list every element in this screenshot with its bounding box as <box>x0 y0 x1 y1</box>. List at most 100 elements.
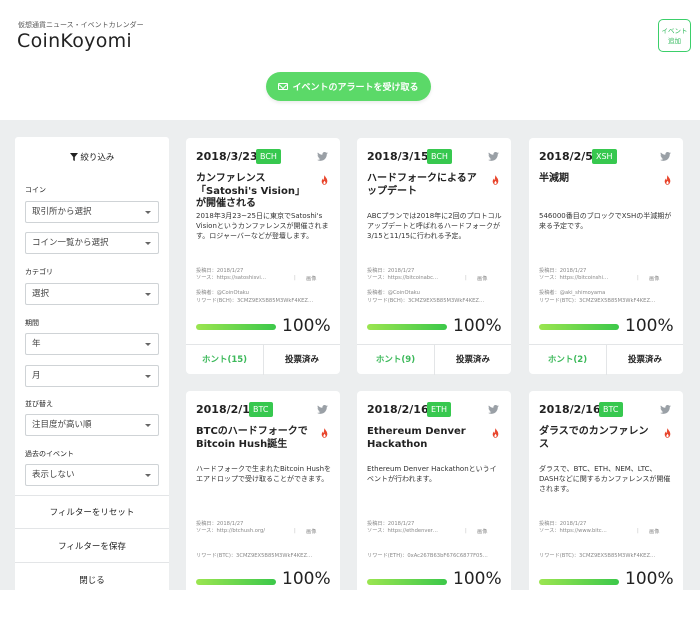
sort-select[interactable]: 注目度が高い順 <box>25 414 159 436</box>
divider <box>15 495 169 496</box>
event-title[interactable]: カンファレンス「Satoshi's Vision」が開催される <box>196 173 314 211</box>
coin-badge[interactable]: ETH <box>427 402 451 417</box>
poster-name[interactable]: 投稿者：@aki_shimoyama <box>539 290 605 297</box>
reward-address: リワード(BCH)：3CMZ9EX5B85M3WkF4KEZ… <box>196 298 314 304</box>
twitter-icon[interactable] <box>317 405 328 414</box>
filter-title-text: 絞り込み <box>80 153 115 163</box>
fire-icon <box>664 428 671 438</box>
poster-name[interactable]: 投稿者：@CoinOtaku <box>196 290 249 297</box>
posted-date: 投稿日：2018/1/27 <box>367 268 415 274</box>
category-label: カテゴリ <box>25 268 53 276</box>
source-link[interactable]: ソース：http://btchush.org/ <box>196 528 281 535</box>
event-description: ABCプランでは2018年に2回のプロトコルアップデートと呼ばれるハードフォーク… <box>367 212 502 240</box>
site-logo[interactable]: CoinKoyomi <box>17 30 132 52</box>
event-card[interactable]: 2018/2/1 BTC BTCのハードフォークでBitcoin Hush誕生 ハード… <box>186 391 340 627</box>
source-link[interactable]: ソース：https://satoshisvi… <box>196 275 281 282</box>
image-link[interactable]: 画像 <box>649 275 659 282</box>
chevron-down-icon <box>145 293 151 296</box>
coin-badge[interactable]: BCH <box>256 149 281 164</box>
add-event-button[interactable]: イベント 追加 <box>658 19 691 52</box>
true-vote-button[interactable]: ホント(2) <box>529 345 606 375</box>
reward-address: リワード(ETH)：0xAc267B63bF676C6877F05… <box>367 553 488 559</box>
event-description: ハードフォークで生まれたBitcoin Hushをエアドロップで受け取ることがで… <box>196 465 332 483</box>
progress-bar <box>539 324 619 330</box>
poster-name[interactable]: 投稿者：@CoinOtaku <box>367 290 420 297</box>
close-button[interactable]: 閉じる <box>15 574 169 586</box>
event-title[interactable]: 半減期 <box>539 173 657 186</box>
divider <box>15 528 169 529</box>
source-link[interactable]: ソース：https://ethdenver… <box>367 528 452 535</box>
coin-badge[interactable]: BTC <box>599 402 623 417</box>
twitter-icon[interactable] <box>317 152 328 161</box>
event-title[interactable]: ダラスでのカンファレンス <box>539 426 657 451</box>
twitter-icon[interactable] <box>660 405 671 414</box>
fire-icon <box>321 428 328 438</box>
true-vote-button[interactable]: ホント(15) <box>186 345 263 375</box>
true-vote-button[interactable]: ホント(9) <box>357 345 434 375</box>
filter-sidebar: 絞り込み コイン 取引所から選択 コイン一覧から選択 カテゴリ 選択 期間 年 … <box>15 137 169 597</box>
add-event-label-1: イベント <box>661 27 688 35</box>
event-alert-label: イベントのアラートを受け取る <box>292 83 419 93</box>
chevron-down-icon <box>145 343 151 346</box>
event-title[interactable]: BTCのハードフォークでBitcoin Hush誕生 <box>196 426 314 451</box>
site-tagline: 仮想通貨ニュース・イベントカレンダー <box>18 21 144 29</box>
voted-button[interactable]: 投票済み <box>263 345 340 375</box>
event-title[interactable]: ハードフォークによるアップデート <box>367 173 485 198</box>
reset-filter-button[interactable]: フィルターをリセット <box>15 506 169 518</box>
progress-percent: 100% <box>625 316 674 336</box>
coin-badge[interactable]: BTC <box>249 402 273 417</box>
twitter-icon[interactable] <box>488 152 499 161</box>
reward-address: リワード(BTC)：3CMZ9EX5B85M3WkF4KEZ… <box>539 553 656 559</box>
voted-button[interactable]: 投票済み <box>434 345 511 375</box>
event-title[interactable]: Ethereum Denver Hackathon <box>367 426 485 451</box>
twitter-icon[interactable] <box>660 152 671 161</box>
source-link[interactable]: ソース：https://bitcoinshi… <box>539 275 624 282</box>
image-link[interactable]: 画像 <box>649 528 659 535</box>
event-alert-button[interactable]: イベントのアラートを受け取る <box>266 72 431 101</box>
vote-buttons: ホント(2) 投票済み <box>529 344 683 375</box>
category-select[interactable]: 選択 <box>25 283 159 305</box>
voted-button[interactable]: 投票済み <box>606 345 683 375</box>
posted-date: 投稿日：2018/1/27 <box>196 521 244 527</box>
sort-label: 並び替え <box>25 400 53 408</box>
coin-list-select[interactable]: コイン一覧から選択 <box>25 232 159 254</box>
event-date: 2018/3/23 <box>196 150 258 163</box>
image-link[interactable]: 画像 <box>477 275 487 282</box>
month-select[interactable]: 月 <box>25 365 159 387</box>
image-link[interactable]: 画像 <box>306 528 316 535</box>
progress-percent: 100% <box>282 569 331 589</box>
save-filter-button[interactable]: フィルターを保存 <box>15 540 169 552</box>
chevron-down-icon <box>145 424 151 427</box>
progress-percent: 100% <box>453 316 502 336</box>
event-card[interactable]: 2018/3/23 BCH カンファレンス「Satoshi's Vision」が開催… <box>186 138 340 375</box>
progress-percent: 100% <box>282 316 331 336</box>
exchange-select[interactable]: 取引所から選択 <box>25 201 159 223</box>
posted-date: 投稿日：2018/1/27 <box>196 268 244 274</box>
past-events-select[interactable]: 表示しない <box>25 464 159 486</box>
event-card[interactable]: 2018/3/15 BCH ハードフォークによるアップデート ABCプランでは2018… <box>357 138 511 375</box>
period-label: 期間 <box>25 319 39 327</box>
progress-bar <box>367 579 447 585</box>
vote-buttons: ホント(15) 投票済み <box>186 344 340 375</box>
twitter-icon[interactable] <box>488 405 499 414</box>
separator: | <box>637 275 639 281</box>
source-link[interactable]: ソース：https://bitcoinabc… <box>367 275 452 282</box>
event-card[interactable]: 2018/2/5 XSH 半減期 546000番目のブロックでXSHの半減期が来る予定… <box>529 138 683 375</box>
event-date: 2018/2/16 <box>367 403 429 416</box>
posted-date: 投稿日：2018/1/27 <box>367 521 415 527</box>
image-link[interactable]: 画像 <box>306 275 316 282</box>
fire-icon <box>321 175 328 185</box>
event-card[interactable]: 2018/2/16 ETH Ethereum Denver Hackathon Eth… <box>357 391 511 627</box>
source-link[interactable]: ソース：https://www.bitc… <box>539 528 624 535</box>
image-link[interactable]: 画像 <box>477 528 487 535</box>
progress-bar <box>367 324 447 330</box>
year-select[interactable]: 年 <box>25 333 159 355</box>
progress-bar <box>196 579 276 585</box>
progress-bar <box>196 324 276 330</box>
reward-address: リワード(BCH)：3CMZ9EX5B85M3WkF4KEZ… <box>367 298 485 304</box>
event-description: 2018年3月23~25日に東京でSatoshi's Visionというカンファ… <box>196 212 329 240</box>
event-card[interactable]: 2018/2/16 BTC ダラスでのカンファレンス ダラスで、BTC、ETH、NEM… <box>529 391 683 627</box>
coin-badge[interactable]: BCH <box>427 149 452 164</box>
fire-icon <box>664 175 671 185</box>
coin-badge[interactable]: XSH <box>592 149 617 164</box>
